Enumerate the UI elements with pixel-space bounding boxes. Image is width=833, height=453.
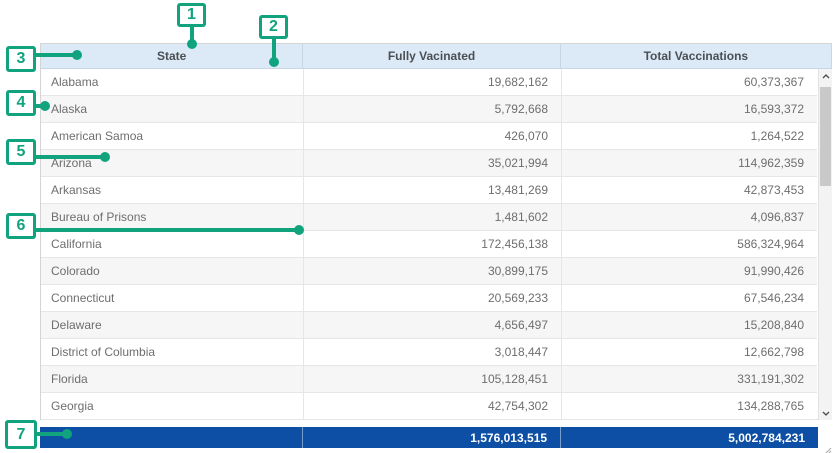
- table-row[interactable]: Delaware4,656,49715,208,840: [41, 312, 817, 339]
- cell-state: Delaware: [41, 312, 303, 338]
- scrollbar-thumb[interactable]: [820, 87, 831, 186]
- cell-fully: 42,754,302: [303, 393, 561, 419]
- table-row[interactable]: Bureau of Prisons1,481,6024,096,837: [41, 204, 817, 231]
- annotation-dot-4: [40, 101, 50, 111]
- annotation-connector-3: [35, 53, 75, 57]
- cell-state: Arizona: [41, 150, 303, 176]
- totals-row: 1,576,013,515 5,002,784,231: [40, 427, 818, 448]
- annotation-dot-5: [100, 152, 110, 162]
- cell-fully: 4,656,497: [303, 312, 561, 338]
- cell-fully: 5,792,668: [303, 96, 561, 122]
- cell-total: 4,096,837: [561, 204, 817, 230]
- cell-state: Georgia: [41, 393, 303, 419]
- table-row[interactable]: California172,456,138586,324,964: [41, 231, 817, 258]
- annotation-dot-2: [269, 57, 279, 67]
- cell-total: 91,990,426: [561, 258, 817, 284]
- table-row[interactable]: District of Columbia3,018,44712,662,798: [41, 339, 817, 366]
- table-row[interactable]: Arkansas13,481,26942,873,453: [41, 177, 817, 204]
- table-row[interactable]: Arizona35,021,994114,962,359: [41, 150, 817, 177]
- cell-fully: 172,456,138: [303, 231, 561, 257]
- table-row[interactable]: Alabama19,682,16260,373,367: [41, 69, 817, 96]
- cell-total: 1,264,522: [561, 123, 817, 149]
- cell-total: 67,546,234: [561, 285, 817, 311]
- cell-total: 586,324,964: [561, 231, 817, 257]
- cell-fully: 426,070: [303, 123, 561, 149]
- vertical-scrollbar[interactable]: [818, 69, 832, 420]
- cell-state: Alaska: [41, 96, 303, 122]
- scroll-up-icon[interactable]: [819, 69, 832, 83]
- table-row[interactable]: Colorado30,899,17591,990,426: [41, 258, 817, 285]
- cell-state: California: [41, 231, 303, 257]
- scroll-down-icon[interactable]: [819, 406, 832, 420]
- cell-fully: 1,481,602: [303, 204, 561, 230]
- cell-total: 114,962,359: [561, 150, 817, 176]
- cell-fully: 13,481,269: [303, 177, 561, 203]
- annotation-callout-5: 5: [6, 139, 36, 165]
- table-header-row: State Fully Vacinated Total Vaccinations: [41, 44, 831, 69]
- cell-state: Connecticut: [41, 285, 303, 311]
- annotation-callout-2: 2: [259, 15, 288, 39]
- cell-state: District of Columbia: [41, 339, 303, 365]
- annotation-connector-5: [35, 155, 103, 159]
- cell-total: 15,208,840: [561, 312, 817, 338]
- annotation-callout-7: 7: [5, 420, 37, 449]
- cell-state: American Samoa: [41, 123, 303, 149]
- annotation-dot-6: [294, 225, 304, 235]
- cell-fully: 105,128,451: [303, 366, 561, 392]
- cell-total: 42,873,453: [561, 177, 817, 203]
- cell-fully: 20,569,233: [303, 285, 561, 311]
- cell-fully: 3,018,447: [303, 339, 561, 365]
- cell-state: Bureau of Prisons: [41, 204, 303, 230]
- annotation-callout-4: 4: [6, 90, 36, 116]
- annotation-dot-3: [72, 50, 82, 60]
- annotation-connector-6: [35, 228, 297, 232]
- cell-state: Arkansas: [41, 177, 303, 203]
- cell-fully: 35,021,994: [303, 150, 561, 176]
- cell-fully: 30,899,175: [303, 258, 561, 284]
- table-row[interactable]: American Samoa426,0701,264,522: [41, 123, 817, 150]
- table-row[interactable]: Alaska5,792,66816,593,372: [41, 96, 817, 123]
- totals-state-cell: [40, 427, 302, 448]
- table-row[interactable]: Georgia42,754,302134,288,765: [41, 393, 817, 420]
- cell-state: Florida: [41, 366, 303, 392]
- cell-state: Colorado: [41, 258, 303, 284]
- annotation-dot-1: [187, 39, 197, 49]
- table-row[interactable]: Connecticut20,569,23367,546,234: [41, 285, 817, 312]
- annotation-connector-1: [190, 26, 194, 40]
- cell-total: 16,593,372: [561, 96, 817, 122]
- annotation-callout-6: 6: [6, 213, 36, 239]
- column-header-fully-vaccinated[interactable]: Fully Vacinated: [302, 44, 559, 68]
- totals-total-vaccinations-cell: 5,002,784,231: [560, 427, 818, 448]
- cell-total: 60,373,367: [561, 69, 817, 95]
- cell-total: 12,662,798: [561, 339, 817, 365]
- annotation-connector-2: [272, 38, 276, 58]
- cell-state: Alabama: [41, 69, 303, 95]
- resize-grip-icon: [822, 441, 832, 451]
- annotation-connector-7: [36, 432, 65, 436]
- table-row[interactable]: Florida105,128,451331,191,302: [41, 366, 817, 393]
- totals-fully-vaccinated-cell: 1,576,013,515: [302, 427, 560, 448]
- cell-fully: 19,682,162: [303, 69, 561, 95]
- annotation-callout-3: 3: [6, 46, 36, 72]
- cell-total: 331,191,302: [561, 366, 817, 392]
- table-body: Alabama19,682,16260,373,367Alaska5,792,6…: [41, 69, 817, 420]
- dashboard-table-screenshot: State Fully Vacinated Total Vaccinations…: [0, 0, 833, 453]
- cell-total: 134,288,765: [561, 393, 817, 419]
- annotation-callout-1: 1: [177, 3, 206, 27]
- column-header-total-vaccinations[interactable]: Total Vaccinations: [560, 44, 831, 68]
- annotation-dot-7: [62, 429, 72, 439]
